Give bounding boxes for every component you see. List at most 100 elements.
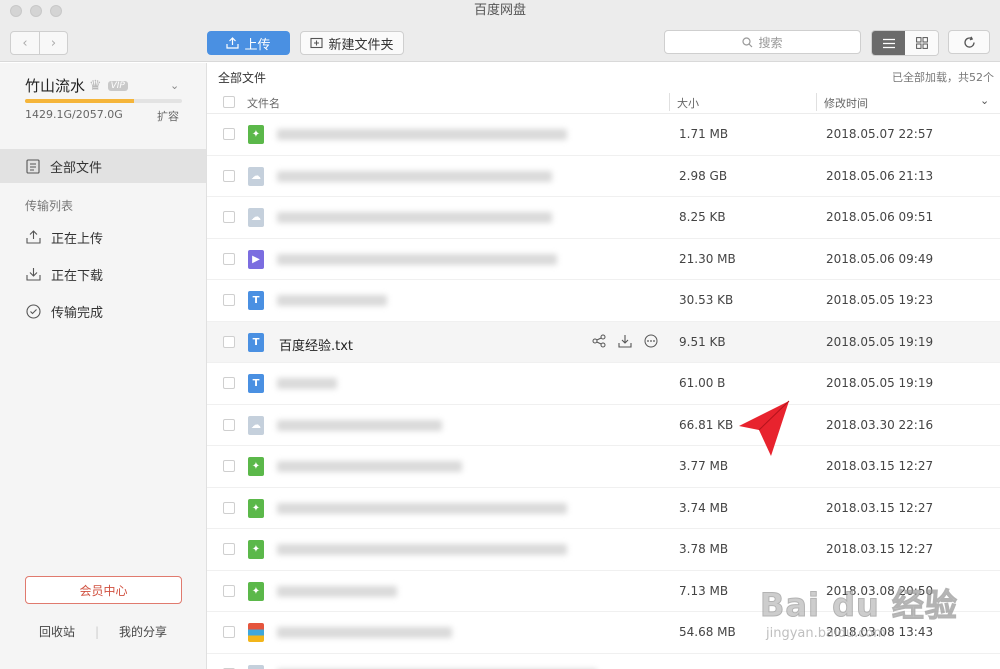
blurred-file-name[interactable]: [277, 627, 452, 638]
new-folder-button[interactable]: 新建文件夹: [300, 31, 404, 55]
row-checkbox[interactable]: [223, 584, 235, 597]
row-checkbox[interactable]: [223, 128, 235, 140]
checkbox-box: [223, 294, 235, 306]
close-window-button[interactable]: [10, 5, 22, 17]
more-icon: [644, 334, 658, 347]
breadcrumb[interactable]: 全部文件: [218, 69, 266, 86]
table-row[interactable]: ✦ 3.78 MB 2018.03.15 12:27: [207, 529, 1000, 571]
row-checkbox[interactable]: [223, 294, 235, 306]
download-icon: [618, 334, 632, 348]
table-row[interactable]: T 百度经验.txt 9.51 KB 2018.05.05 19:19: [207, 321, 1000, 363]
table-row[interactable]: ☁ 8.25 KB 2018.05.06 09:51: [207, 197, 1000, 239]
file-size: 61.00 B: [679, 376, 726, 390]
sidebar-item-label: 全部文件: [50, 160, 103, 176]
grid-icon: [915, 37, 928, 49]
more-button[interactable]: [643, 333, 659, 349]
video-file-icon: ▶: [248, 249, 264, 269]
sidebar-item-uploading[interactable]: 正在上传: [0, 220, 206, 254]
zoom-window-button[interactable]: [50, 5, 62, 17]
minimize-window-button[interactable]: [30, 5, 42, 17]
column-divider[interactable]: [816, 93, 817, 111]
row-checkbox[interactable]: [223, 626, 235, 638]
blurred-file-name[interactable]: [277, 502, 567, 514]
select-all-checkbox[interactable]: [223, 96, 235, 108]
user-account[interactable]: 竹山流水 ♛ VIP: [25, 75, 128, 96]
row-checkbox[interactable]: [223, 501, 235, 514]
file-name[interactable]: 百度经验.txt: [279, 335, 353, 354]
android-file-icon: ✦: [248, 125, 264, 144]
search-icon: [742, 36, 753, 47]
sidebar-item-completed[interactable]: 传输完成: [0, 294, 206, 328]
file-modified-time: 2018.03.15 12:27: [826, 500, 934, 515]
blurred-file-name[interactable]: [277, 170, 552, 182]
file-modified-time: 2018.05.05 19:23: [826, 293, 934, 307]
expand-storage-link[interactable]: 扩容: [157, 108, 179, 124]
blurred-file-name[interactable]: [277, 212, 552, 223]
column-divider[interactable]: [669, 93, 670, 111]
blurred-file-name[interactable]: [277, 253, 557, 265]
sort-chevron-icon[interactable]: ⌄: [980, 94, 989, 107]
check-circle-icon: [26, 303, 41, 319]
search-input[interactable]: 搜索: [664, 30, 861, 54]
column-header-size[interactable]: 大小: [677, 95, 699, 111]
blurred-file-name[interactable]: [277, 378, 337, 389]
blurred-file-name[interactable]: [277, 295, 387, 306]
sidebar-footer-links: 回收站 | 我的分享: [0, 623, 206, 640]
refresh-button[interactable]: [948, 30, 990, 54]
window-title: 百度网盘: [473, 3, 526, 18]
column-header-time[interactable]: 修改时间: [824, 95, 868, 111]
view-mode-toggle: [871, 30, 939, 56]
blurred-file-name[interactable]: [277, 585, 397, 597]
upload-button[interactable]: 上传: [207, 31, 290, 55]
back-button[interactable]: ‹: [11, 32, 39, 54]
blurred-file-name[interactable]: [277, 461, 462, 472]
watermark-sub: jingyan.baidu.com: [766, 626, 886, 641]
chevron-down-icon[interactable]: ⌄: [170, 79, 179, 92]
table-row[interactable]: ✦ 3.77 MB 2018.03.15 12:27: [207, 446, 1000, 488]
row-checkbox[interactable]: [223, 377, 235, 389]
forward-button[interactable]: ›: [39, 32, 67, 54]
file-size: 2.98 GB: [679, 168, 728, 183]
blurred-file-name[interactable]: [277, 419, 442, 431]
checkbox-box: [223, 460, 235, 472]
new-folder-icon: [310, 37, 324, 49]
file-size: 66.81 KB: [679, 417, 734, 432]
upload-icon: [226, 37, 240, 49]
file-size: 3.74 MB: [679, 500, 729, 515]
table-row[interactable]: T 61.00 B 2018.05.05 19:19: [207, 363, 1000, 405]
row-checkbox[interactable]: [223, 543, 235, 555]
row-checkbox[interactable]: [223, 335, 235, 348]
grid-view-button[interactable]: [905, 31, 938, 55]
watermark-main: Bai du 经验: [760, 586, 958, 625]
row-checkbox[interactable]: [223, 169, 235, 182]
refresh-icon: [963, 35, 975, 48]
row-checkbox[interactable]: [223, 211, 235, 223]
blurred-file-name[interactable]: [277, 544, 567, 555]
row-checkbox[interactable]: [223, 252, 235, 265]
recycle-bin-link[interactable]: 回收站: [39, 623, 75, 640]
loaded-status: 已全部加载，共52个: [892, 71, 994, 84]
table-row[interactable]: ▶ 21.30 MB 2018.05.06 09:49: [207, 239, 1000, 280]
row-checkbox[interactable]: [223, 418, 235, 431]
blurred-file-name[interactable]: [277, 129, 567, 140]
member-center-button[interactable]: 会员中心: [25, 576, 182, 604]
my-share-link[interactable]: 我的分享: [119, 623, 167, 640]
share-button[interactable]: [591, 333, 607, 349]
list-view-button[interactable]: [872, 31, 905, 55]
file-modified-time: 2018.03.15 12:27: [826, 542, 934, 556]
sidebar-item-all-files[interactable]: 全部文件: [0, 149, 206, 183]
table-row[interactable]: ✦ 1.71 MB 2018.05.07 22:57: [207, 114, 1000, 156]
table-row[interactable]: T 30.53 KB 2018.05.05 19:23: [207, 280, 1000, 322]
table-row[interactable]: ✦ 3.74 MB 2018.03.15 12:27: [207, 488, 1000, 529]
column-header-name[interactable]: 文件名: [247, 95, 280, 111]
cloud-file-icon: ☁: [248, 166, 264, 186]
sidebar-item-downloading[interactable]: 正在下载: [0, 257, 206, 291]
file-modified-time: 2018.05.06 21:13: [826, 168, 934, 183]
table-row[interactable]: ☁ 66.81 KB 2018.03.30 22:16: [207, 405, 1000, 446]
checkbox-box: [223, 169, 235, 182]
table-row[interactable]: ☁ 2.98 GB 2018.05.06 21:13: [207, 156, 1000, 197]
sidebar-item-label: 传输完成: [51, 305, 104, 321]
download-button[interactable]: [617, 333, 633, 349]
file-modified-time: 2018.05.06 09:49: [826, 251, 934, 266]
row-checkbox[interactable]: [223, 460, 235, 472]
